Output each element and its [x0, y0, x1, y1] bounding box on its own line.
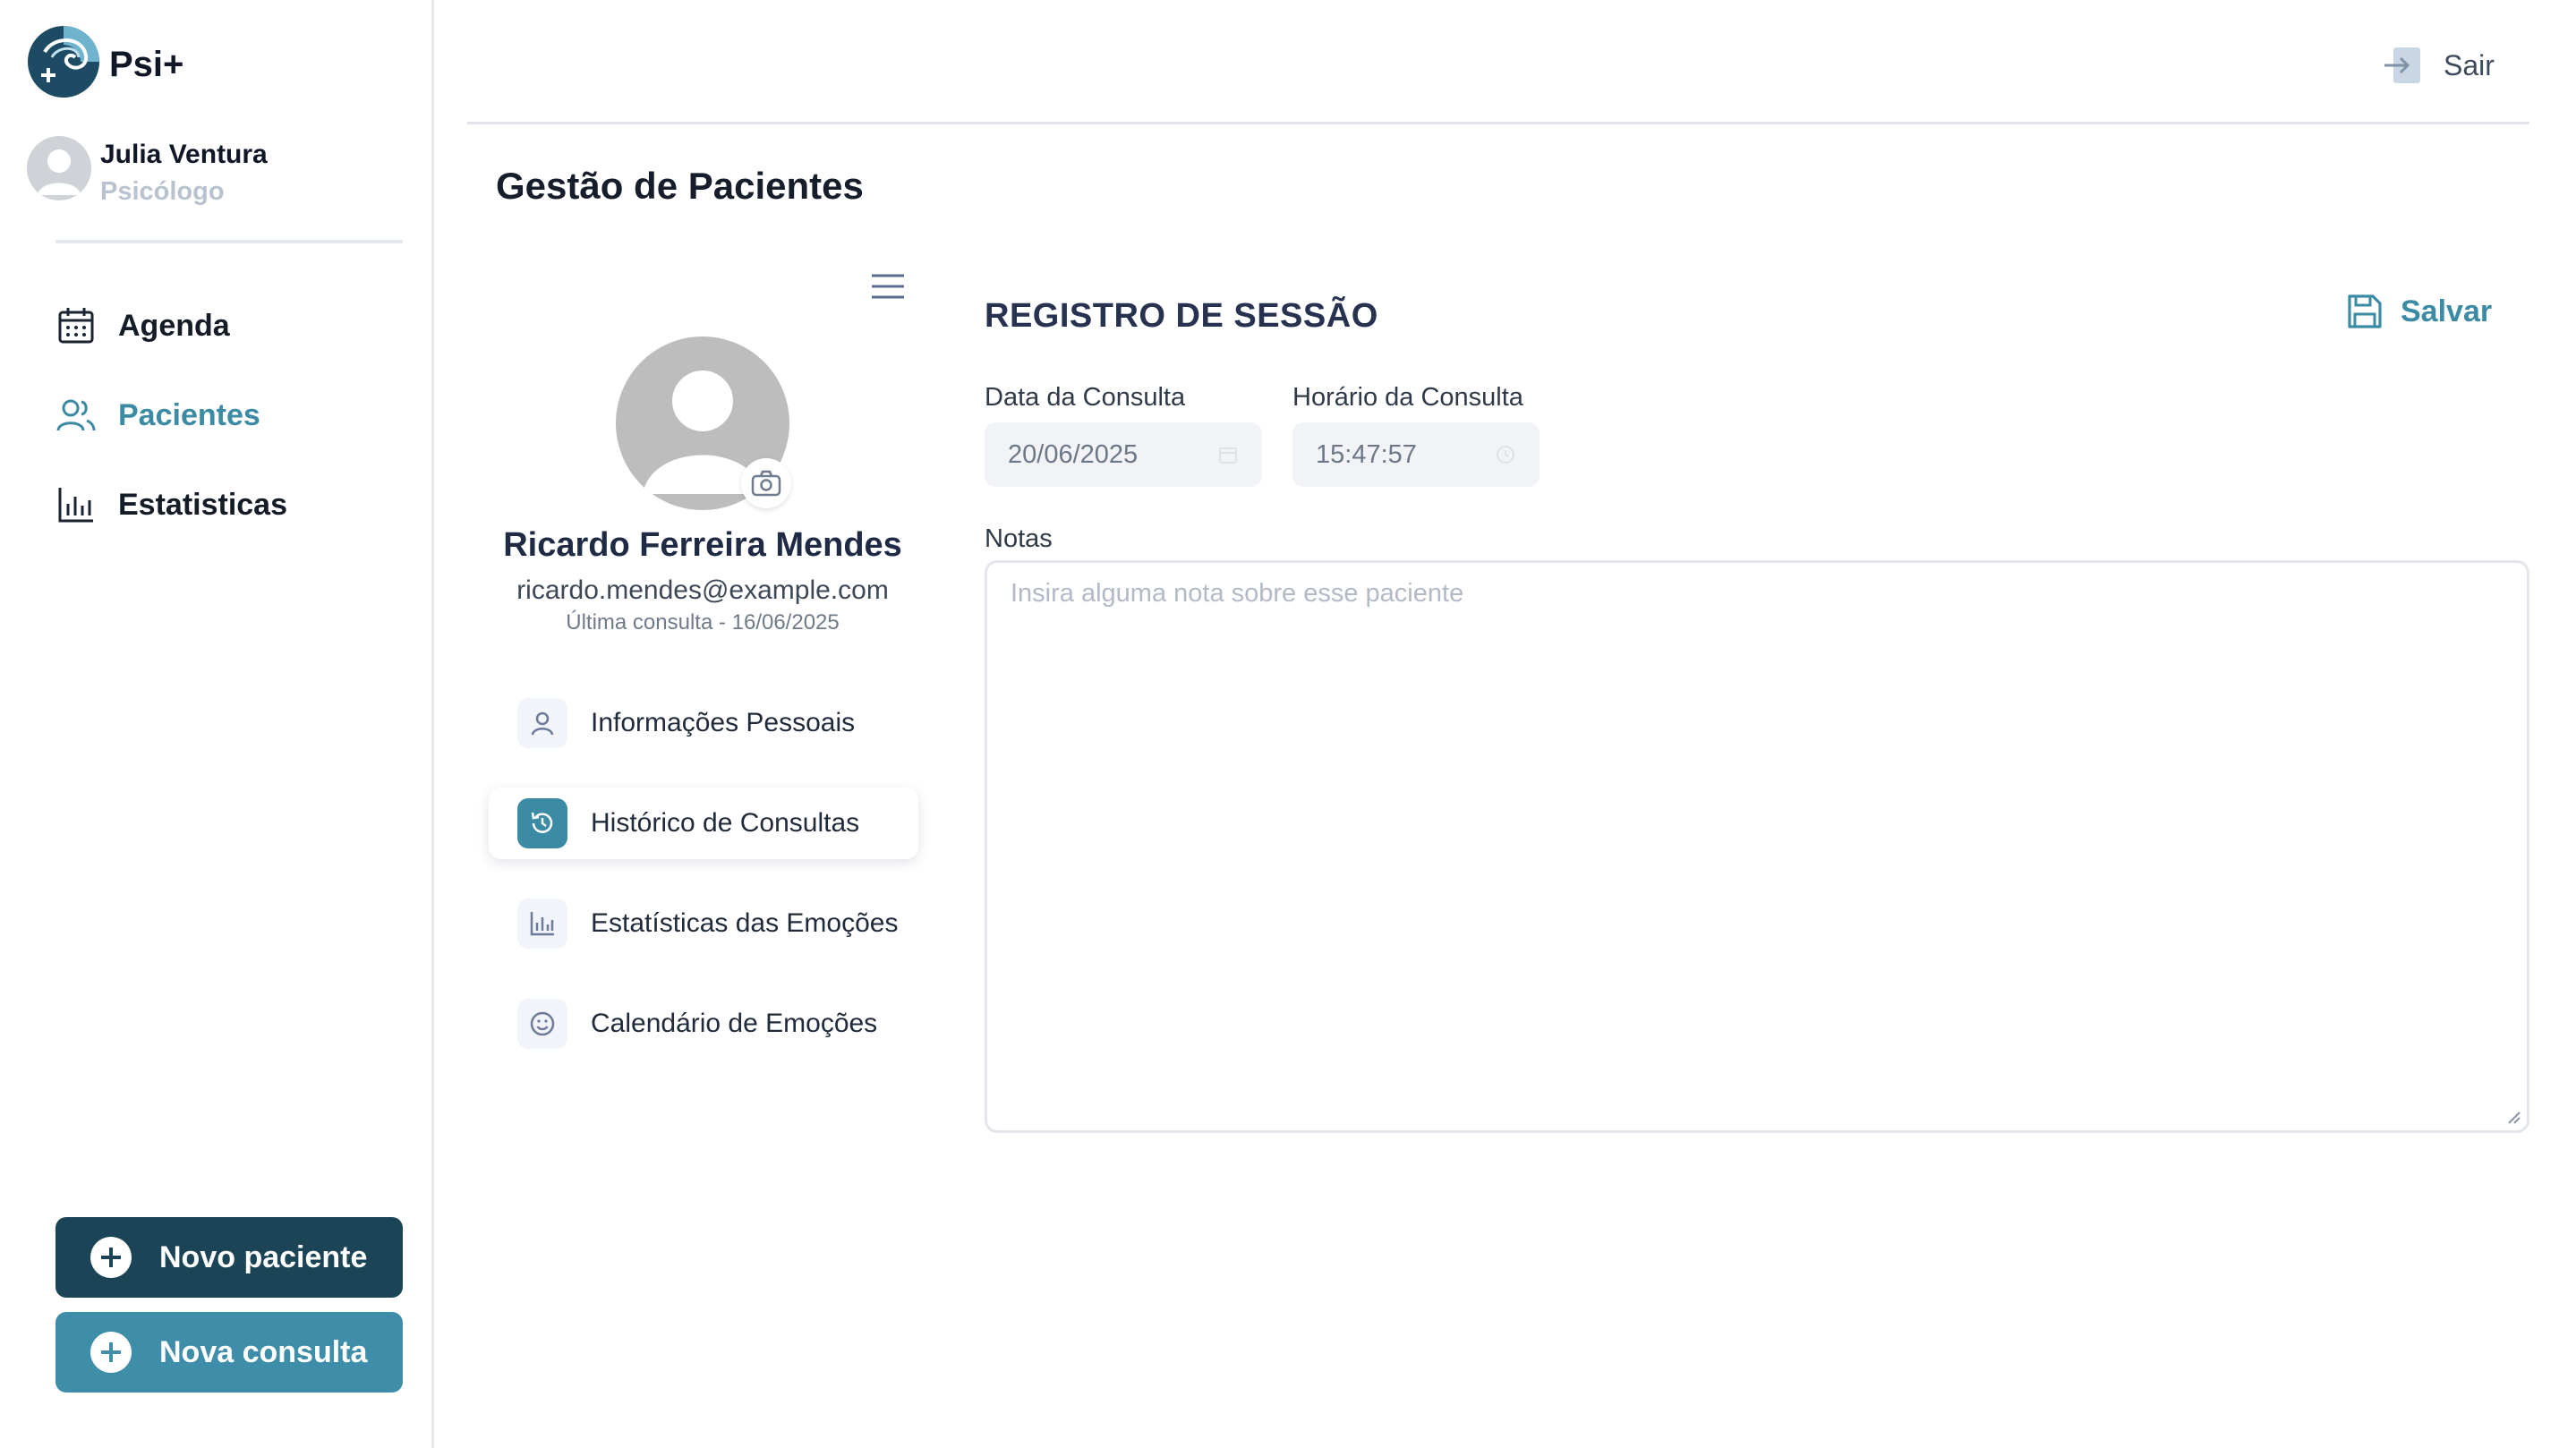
patient-menu-emotion-stats[interactable]: Estatísticas das Emoções — [489, 888, 918, 959]
nav-item-estatisticas[interactable]: Estatisticas — [55, 478, 287, 532]
patient-menu-personal-info[interactable]: Informações Pessoais — [489, 687, 918, 759]
history-icon — [517, 798, 567, 848]
nav-item-agenda[interactable]: Agenda — [55, 299, 230, 353]
date-value: 20/06/2025 — [1008, 439, 1139, 469]
user-icon — [517, 698, 567, 748]
new-appointment-button[interactable]: Nova consulta — [55, 1312, 403, 1393]
psi-logo-icon — [27, 25, 100, 98]
smile-icon — [517, 999, 567, 1049]
session-title: REGISTRO DE SESSÃO — [985, 297, 1378, 335]
new-patient-button[interactable]: Novo paciente — [55, 1217, 403, 1298]
change-photo-button[interactable] — [741, 458, 791, 508]
patient-menu-emotion-calendar[interactable]: Calendário de Emoções — [489, 988, 918, 1060]
logout-icon — [2383, 45, 2424, 86]
header-divider — [467, 122, 2529, 124]
notes-placeholder: Insira alguma nota sobre esse paciente — [1011, 579, 1464, 608]
sidebar-divider — [55, 240, 403, 243]
logout-button[interactable]: Sair — [2383, 45, 2495, 86]
save-button[interactable]: Salvar — [2345, 292, 2492, 331]
save-label: Salvar — [2401, 294, 2493, 328]
app-name: Psi+ — [109, 45, 184, 84]
users-icon — [55, 395, 97, 436]
patient-email: ricardo.mendes@example.com — [516, 575, 889, 605]
patient-last-appointment: Última consulta - 16/06/2025 — [566, 610, 840, 635]
new-patient-label: Novo paciente — [159, 1239, 368, 1274]
plus-circle-icon — [90, 1331, 132, 1374]
patient-menu-label: Histórico de Consultas — [591, 808, 860, 838]
new-appointment-label: Nova consulta — [159, 1334, 368, 1369]
date-field[interactable]: 20/06/2025 — [985, 422, 1262, 487]
bar-chart-icon — [517, 899, 567, 949]
time-field[interactable]: 15:47:57 — [1292, 422, 1540, 487]
user-role: Psicólogo — [100, 177, 225, 206]
notes-textarea[interactable]: Insira alguma nota sobre esse paciente — [985, 560, 2529, 1133]
nav-item-pacientes[interactable]: Pacientes — [55, 388, 260, 442]
resize-handle-icon[interactable] — [2505, 1109, 2521, 1125]
save-icon — [2345, 292, 2384, 331]
user-avatar[interactable] — [27, 136, 91, 200]
time-value: 15:47:57 — [1316, 439, 1417, 469]
nav-label-pacientes: Pacientes — [118, 397, 260, 432]
page-title: Gestão de Pacientes — [496, 165, 864, 207]
notes-label: Notas — [985, 524, 1053, 553]
camera-icon — [750, 467, 782, 499]
patient-name: Ricardo Ferreira Mendes — [503, 526, 902, 564]
patient-menu-label: Informações Pessoais — [591, 708, 856, 737]
plus-circle-icon — [90, 1236, 132, 1279]
calendar-icon — [55, 305, 97, 346]
patient-menu-history[interactable]: Histórico de Consultas — [489, 788, 918, 859]
nav-label-agenda: Agenda — [118, 308, 230, 343]
menu-icon[interactable] — [868, 267, 908, 306]
nav-label-estatisticas: Estatisticas — [118, 487, 287, 522]
calendar-icon — [1217, 444, 1239, 465]
patient-menu-label: Estatísticas das Emoções — [591, 908, 899, 938]
bar-chart-icon — [55, 484, 97, 525]
clock-icon — [1495, 444, 1516, 465]
patient-menu-label: Calendário de Emoções — [591, 1009, 878, 1038]
date-label: Data da Consulta — [985, 383, 1186, 412]
time-label: Horário da Consulta — [1292, 383, 1523, 412]
logout-label: Sair — [2444, 48, 2495, 81]
user-name: Julia Ventura — [100, 140, 268, 169]
